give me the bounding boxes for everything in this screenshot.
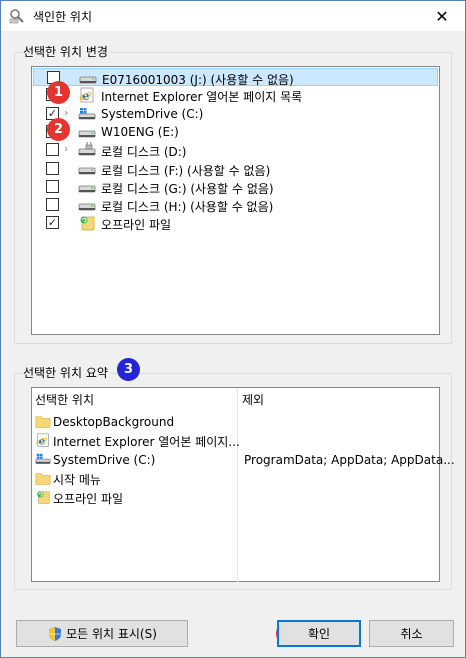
ie-icon: e (78, 87, 96, 103)
column-header-exclude[interactable]: 제외 (239, 389, 264, 411)
tree-item-checkbox[interactable]: ✓ (46, 216, 59, 230)
folder-icon (35, 414, 51, 430)
cancel-label: 취소 (400, 627, 423, 641)
drive-icon (78, 124, 96, 140)
tree-item-label: W10ENG (E:) (101, 124, 179, 139)
uac-shield-icon (49, 626, 62, 641)
chevron-right-icon[interactable]: › (64, 106, 68, 119)
callout-badge-1: 1 (47, 81, 70, 104)
summary-list[interactable]: 선택한 위치 제외 DesktopBackground e Internet Exp… (31, 387, 455, 582)
callout-badge-3: 3 (117, 358, 140, 381)
tree-item[interactable]: ✓ › SystemDrive (C:) (33, 105, 438, 123)
show-all-label: 모든 위치 표시(S) (66, 627, 157, 641)
drive-icon (79, 70, 97, 86)
change-locations-legend: 선택한 위치 변경 (21, 45, 110, 60)
summary-row[interactable]: DesktopBackground (35, 413, 174, 431)
window-title: 색인한 위치 (33, 10, 93, 24)
summary-location-label: 시작 메뉴 (53, 472, 101, 487)
svg-text:e: e (39, 435, 46, 448)
chevron-right-icon[interactable]: › (64, 142, 68, 155)
title-bar[interactable]: 색인한 위치 ✕ (1, 1, 465, 31)
close-icon: ✕ (435, 6, 449, 26)
tree-item[interactable]: ✓ 오프라인 파일 (33, 214, 438, 232)
tree-item[interactable]: 로컬 디스크 (G:) (사용할 수 없음) (33, 178, 438, 196)
tree-item[interactable]: W10ENG (E:) (33, 123, 438, 141)
locked-drive-icon (78, 141, 96, 158)
drive-icon (78, 179, 96, 195)
summary-exclude-label: ProgramData; AppData; AppData... (244, 453, 455, 467)
drive-icon (78, 197, 96, 213)
summary-legend: 선택한 위치 요약 (21, 366, 110, 381)
tree-item-label: 로컬 디스크 (D:) (101, 145, 187, 160)
ok-label: 확인 (307, 627, 331, 641)
summary-location-label: Internet Explorer 열어본 페이지... (53, 434, 240, 449)
summary-row[interactable]: e Internet Explorer 열어본 페이지... (35, 432, 240, 450)
tree-item[interactable]: 로컬 디스크 (H:) (사용할 수 없음) (33, 196, 438, 214)
summary-group: 선택한 위치 요약 선택한 위치 제외 DesktopBackground e In… (14, 366, 455, 590)
tree-item-label: SystemDrive (C:) (101, 106, 204, 121)
callout-badge-2: 2 (47, 118, 70, 141)
show-all-locations-button[interactable]: 모든 위치 표시(S) (16, 620, 188, 647)
dialog-window: 색인한 위치 ✕ 선택한 위치 변경 E0716001003 (J:) (사용할… (0, 0, 466, 658)
drive-icon (78, 161, 96, 177)
offline-files-icon (78, 215, 96, 231)
tree-item[interactable]: E0716001003 (J:) (사용할 수 없음) (33, 68, 438, 87)
tree-item-label: 로컬 디스크 (F:) (사용할 수 없음) (101, 163, 271, 178)
cancel-button[interactable]: 취소 (369, 620, 454, 647)
tree-item-label: 로컬 디스크 (G:) (사용할 수 없음) (101, 181, 274, 196)
ie-icon: e (35, 433, 51, 449)
ok-button[interactable]: 확인 (277, 620, 361, 647)
folder-icon (35, 471, 51, 487)
summary-location-label: SystemDrive (C:) (53, 453, 156, 467)
windows-drive-icon (35, 452, 51, 468)
summary-row[interactable]: 시작 메뉴 (35, 470, 101, 488)
summary-location-label: DesktopBackground (53, 415, 175, 429)
tree-item[interactable]: ✓eInternet Explorer 열어본 페이지 목록 (33, 86, 438, 104)
tree-item[interactable]: 로컬 디스크 (F:) (사용할 수 없음) (33, 160, 438, 178)
tree-item-label: Internet Explorer 열어본 페이지 목록 (101, 90, 303, 105)
windows-drive-icon (78, 106, 96, 122)
change-locations-group: 선택한 위치 변경 E0716001003 (J:) (사용할 수 없음) ✓ eI… (14, 45, 452, 344)
tree-item-checkbox[interactable] (46, 179, 59, 193)
summary-row[interactable]: SystemDrive (C:) (35, 451, 155, 469)
tree-item[interactable]: › 로컬 디스크 (D:) (33, 141, 438, 159)
tree-item-checkbox[interactable] (46, 161, 59, 175)
summary-location-label: 오프라인 파일 (53, 491, 124, 506)
tree-item-label: 로컬 디스크 (H:) (사용할 수 없음) (101, 200, 274, 215)
tree-item-label: 오프라인 파일 (101, 218, 172, 233)
offline-files-icon (35, 490, 51, 506)
column-divider[interactable] (237, 388, 238, 582)
column-header-location[interactable]: 선택한 위치 (32, 389, 94, 411)
locations-tree[interactable]: E0716001003 (J:) (사용할 수 없음) ✓ e Internet Ex… (31, 66, 440, 335)
tree-item-checkbox[interactable] (46, 143, 59, 157)
summary-row[interactable]: 오프라인 파일 (35, 489, 123, 507)
tree-item-checkbox[interactable] (46, 198, 59, 212)
close-button[interactable]: ✕ (419, 1, 465, 31)
indexing-options-icon (9, 9, 24, 24)
